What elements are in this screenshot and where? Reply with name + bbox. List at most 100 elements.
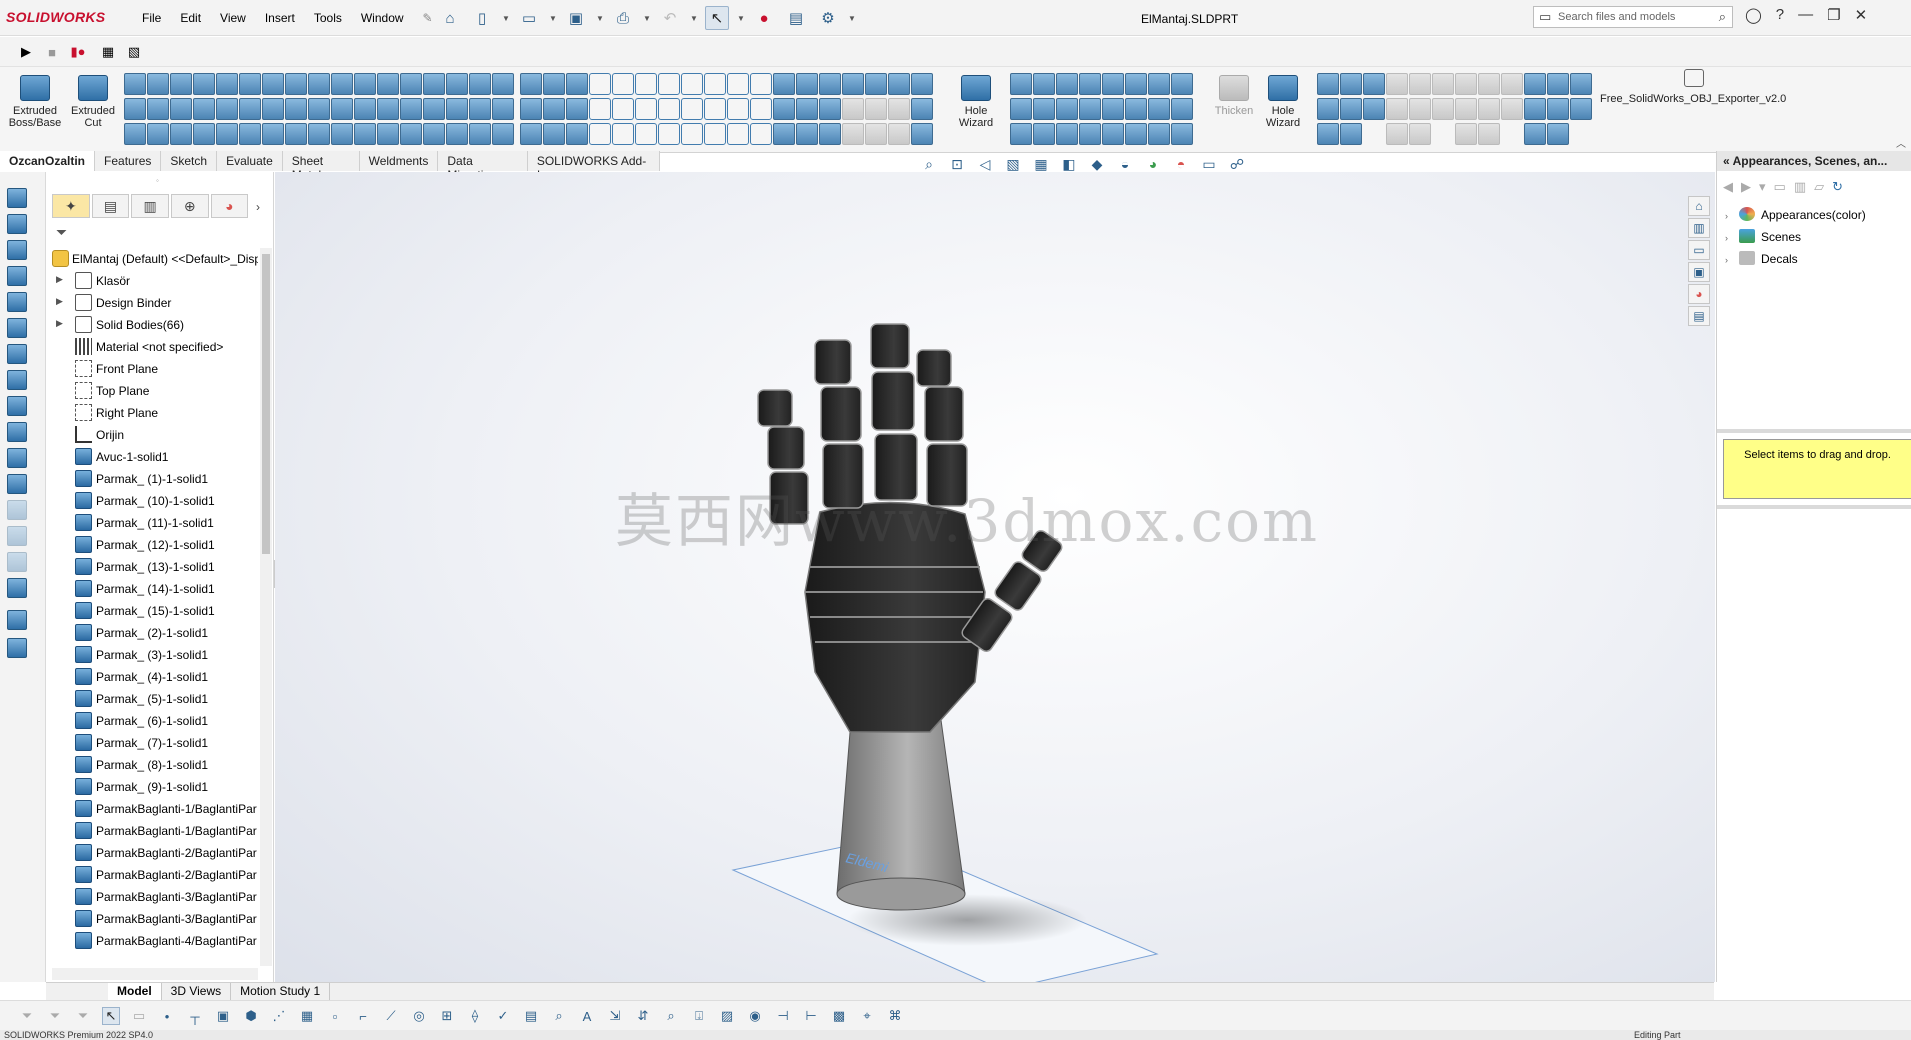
- restore-icon[interactable]: ❐: [1827, 6, 1840, 24]
- menu-tools[interactable]: Tools: [314, 11, 342, 25]
- tree-node[interactable]: ParmakBaglanti-3/BaglantiPar: [52, 886, 258, 908]
- cut-icon[interactable]: [7, 318, 27, 338]
- feature-tool-icon[interactable]: [681, 98, 703, 120]
- chevron-down-icon[interactable]: ▼: [502, 14, 510, 23]
- tab-ozcanozaltin[interactable]: OzcanOzaltin: [0, 151, 96, 171]
- hand-model[interactable]: Eldemi: [275, 172, 1715, 982]
- feature-tool-icon[interactable]: [285, 98, 307, 120]
- feature-tool-icon[interactable]: [543, 123, 565, 145]
- selection-filter-icon[interactable]: ⋰: [270, 1007, 288, 1025]
- feature-tool-icon[interactable]: [423, 123, 445, 145]
- feature-tool-icon[interactable]: [1547, 73, 1569, 95]
- add-folder-icon[interactable]: ▭: [1774, 179, 1786, 195]
- chevron-down-icon[interactable]: ▼: [690, 14, 698, 23]
- selection-filter-icon[interactable]: ▩: [830, 1007, 848, 1025]
- feature-tool-icon[interactable]: [331, 123, 353, 145]
- feature-tool-icon[interactable]: [1501, 73, 1523, 95]
- selection-filter-icon[interactable]: ⌘: [886, 1007, 904, 1025]
- selection-filter-icon[interactable]: ⌐: [354, 1007, 372, 1025]
- feature-tool-icon[interactable]: [262, 123, 284, 145]
- task-pane-header[interactable]: « Appearances, Scenes, an...: [1717, 151, 1911, 171]
- feature-tool-icon[interactable]: [492, 98, 514, 120]
- feature-tool-icon[interactable]: [589, 73, 611, 95]
- select-pointer-icon[interactable]: ↖: [705, 6, 729, 30]
- feature-tool-icon[interactable]: [750, 73, 772, 95]
- feature-tool-icon[interactable]: [1079, 123, 1101, 145]
- tab-features[interactable]: Features: [95, 151, 162, 171]
- feature-tool-icon[interactable]: [727, 98, 749, 120]
- feature-tool-icon[interactable]: [612, 98, 634, 120]
- tab-solidworks-add-ins[interactable]: SOLIDWORKS Add-Ins: [527, 151, 661, 182]
- display-manager-tab-icon[interactable]: ◕: [210, 194, 249, 218]
- feature-tool-icon[interactable]: [492, 73, 514, 95]
- feature-tool-icon[interactable]: [285, 73, 307, 95]
- section-view-icon[interactable]: ▧: [1002, 154, 1024, 174]
- feature-tool-icon[interactable]: [354, 73, 376, 95]
- selection-filter-icon[interactable]: ⌖: [858, 1007, 876, 1025]
- feature-tool-icon[interactable]: [704, 123, 726, 145]
- new-macro-icon[interactable]: ▦: [98, 43, 118, 61]
- feature-tool-icon[interactable]: [566, 123, 588, 145]
- feature-tool-icon[interactable]: [1056, 123, 1078, 145]
- feature-tool-icon[interactable]: [469, 123, 491, 145]
- new-document-icon[interactable]: ▯: [470, 6, 494, 30]
- feature-tool-icon[interactable]: [262, 98, 284, 120]
- user-account-icon[interactable]: ◯: [1745, 6, 1762, 24]
- view-palette-icon[interactable]: ▣: [1688, 262, 1710, 282]
- feature-tool-icon[interactable]: [1409, 73, 1431, 95]
- solidworks-resources-icon[interactable]: ⌂: [1688, 196, 1710, 216]
- feature-tool-icon[interactable]: [1102, 123, 1124, 145]
- feature-tool-icon[interactable]: [635, 98, 657, 120]
- selection-filter-icon[interactable]: ⌕: [550, 1007, 568, 1025]
- obj-exporter-addin-button[interactable]: Free_SolidWorks_OBJ_Exporter_v2.0: [1600, 93, 1786, 105]
- feature-tool-icon[interactable]: [1455, 73, 1477, 95]
- feature-tool-icon[interactable]: [911, 98, 933, 120]
- tree-item-scenes[interactable]: › Scenes: [1725, 229, 1801, 249]
- edit-macro-icon[interactable]: ▧: [124, 43, 144, 61]
- feature-tool-icon[interactable]: [520, 98, 542, 120]
- expand-arrow-icon[interactable]: ▶: [56, 296, 63, 307]
- selection-filter-icon[interactable]: ⟠: [466, 1007, 484, 1025]
- tree-node[interactable]: Parmak_ (5)-1-solid1: [52, 688, 258, 710]
- feature-tool-icon[interactable]: [543, 73, 565, 95]
- tree-horizontal-scrollbar[interactable]: [52, 968, 258, 980]
- selection-filter-icon[interactable]: ↖: [102, 1007, 120, 1025]
- selection-filter-icon[interactable]: ⊞: [438, 1007, 456, 1025]
- selection-filter-icon[interactable]: ⟋: [382, 1007, 400, 1025]
- selection-filter-icon[interactable]: ⏷: [18, 1007, 36, 1025]
- feature-tool-icon[interactable]: [147, 98, 169, 120]
- feature-manager-tab-icon[interactable]: ✦: [52, 194, 90, 218]
- feature-tool-icon[interactable]: [612, 73, 634, 95]
- feature-tool-icon[interactable]: [612, 123, 634, 145]
- feature-tool-icon[interactable]: [354, 123, 376, 145]
- feature-tool-icon[interactable]: [1010, 123, 1032, 145]
- feature-tool-icon[interactable]: [1125, 123, 1147, 145]
- feature-tool-icon[interactable]: [842, 73, 864, 95]
- tree-node[interactable]: Parmak_ (12)-1-solid1: [52, 534, 258, 556]
- feature-tool-icon[interactable]: [1386, 98, 1408, 120]
- tab-3d-views[interactable]: 3D Views: [162, 983, 232, 1000]
- selection-filter-icon[interactable]: ⇲: [606, 1007, 624, 1025]
- feature-tool-icon[interactable]: [543, 98, 565, 120]
- feature-tool-icon[interactable]: [170, 123, 192, 145]
- feature-tool-icon[interactable]: [773, 73, 795, 95]
- scrollbar-thumb[interactable]: [262, 254, 270, 554]
- feature-tool-icon[interactable]: [1033, 98, 1055, 120]
- feature-tool-icon[interactable]: [446, 98, 468, 120]
- selection-filter-icon[interactable]: ┬: [186, 1007, 204, 1025]
- tree-node[interactable]: Material <not specified>: [52, 336, 258, 358]
- feature-tool-icon[interactable]: [1317, 73, 1339, 95]
- library-icon[interactable]: ▥: [1794, 179, 1806, 195]
- feature-tool-icon[interactable]: [1409, 123, 1431, 145]
- home-icon[interactable]: ⌂: [438, 6, 462, 30]
- feature-tool-icon[interactable]: [308, 73, 330, 95]
- rib-icon[interactable]: [7, 422, 27, 442]
- feature-tool-icon[interactable]: [1171, 73, 1193, 95]
- feature-tool-icon[interactable]: [727, 123, 749, 145]
- feature-tool-icon[interactable]: [216, 123, 238, 145]
- feature-tool-icon[interactable]: [750, 98, 772, 120]
- tree-node[interactable]: Parmak_ (6)-1-solid1: [52, 710, 258, 732]
- feature-tool-icon[interactable]: [446, 73, 468, 95]
- feature-tool-icon[interactable]: [566, 73, 588, 95]
- feature-tool-icon[interactable]: [1171, 98, 1193, 120]
